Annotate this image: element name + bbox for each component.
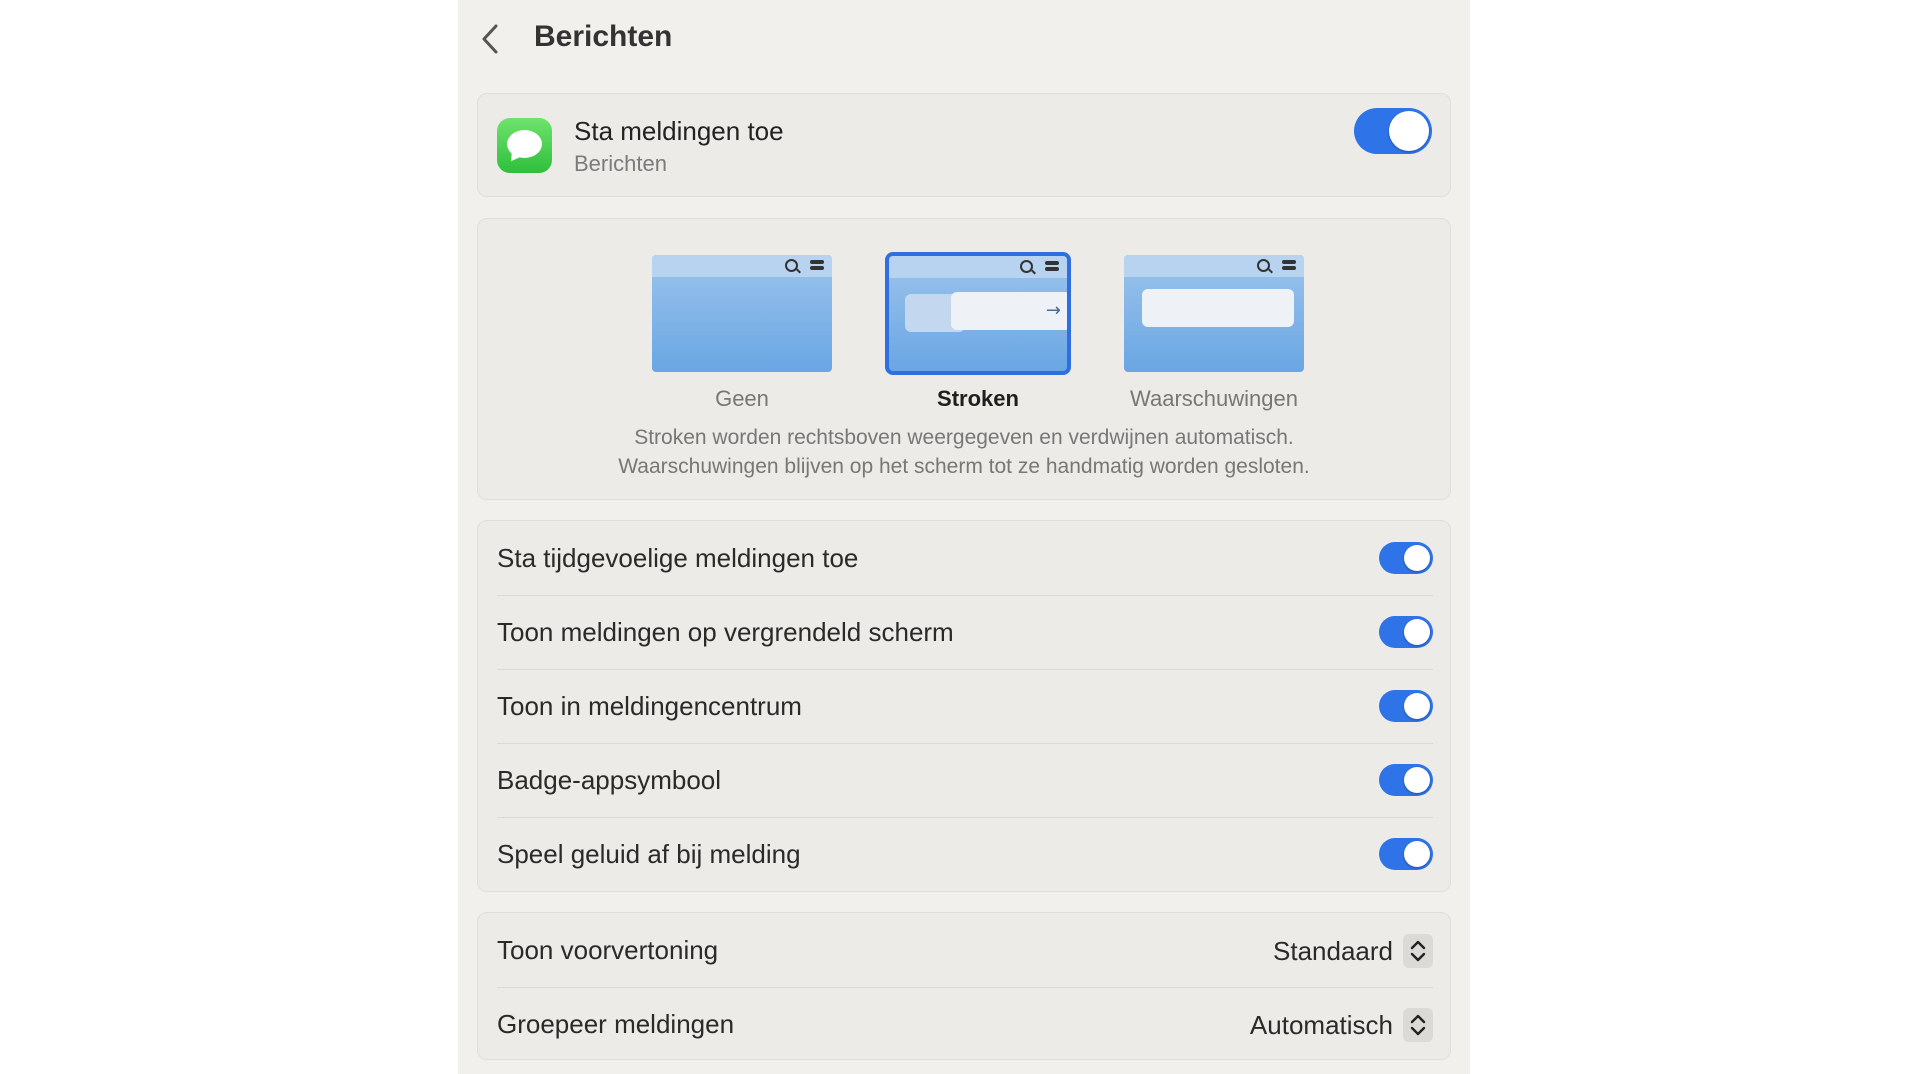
- allow-notifications-label: Sta meldingen toe: [574, 116, 784, 146]
- control-center-icon: [810, 260, 824, 272]
- app-name-label: Berichten: [574, 151, 667, 176]
- arrow-right-icon: →: [1045, 300, 1061, 321]
- settings-panel: Berichten Sta meldingen toe Berichten Ge…: [458, 0, 1470, 1074]
- toggle-knob: [1389, 111, 1429, 151]
- description-line: Stroken worden rechtsboven weergegeven e…: [634, 426, 1294, 449]
- alert-style-card: Geen → Stroken Waarschuwingen Stroken wo…: [477, 218, 1451, 500]
- chevron-left-icon: [482, 24, 498, 54]
- description-line: Waarschuwingen blijven op het scherm tot…: [618, 455, 1310, 478]
- control-center-icon: [1045, 261, 1059, 273]
- show-previews-popup[interactable]: Standaard: [1273, 933, 1433, 969]
- toggle-knob: [1404, 841, 1430, 867]
- toggle-knob: [1404, 619, 1430, 645]
- control-center-icon: [1282, 260, 1296, 272]
- row-label: Groepeer meldingen: [497, 1009, 735, 1039]
- notification-center-toggle[interactable]: [1379, 690, 1433, 722]
- toggle-knob: [1404, 767, 1430, 793]
- alert-style-alerts[interactable]: Waarschuwingen: [1103, 237, 1304, 411]
- preview-banners: →: [885, 252, 1071, 375]
- preview-grouping-card: Toon voorvertoning Standaard Groepeer me…: [477, 912, 1451, 1060]
- messages-app-icon: [497, 118, 552, 173]
- search-icon: [1257, 259, 1270, 272]
- group-notifications-popup[interactable]: Automatisch: [1250, 1007, 1433, 1043]
- row-group-notifications: Groepeer meldingen Automatisch: [497, 987, 1433, 1061]
- search-icon: [785, 259, 798, 272]
- time-sensitive-toggle[interactable]: [1379, 542, 1433, 574]
- row-lock-screen: Toon meldingen op vergrendeld scherm: [497, 595, 1433, 670]
- toggle-knob: [1404, 693, 1430, 719]
- row-label: Badge-appsymbool: [497, 765, 722, 795]
- notification-options-card: Sta tijdgevoelige meldingen toe Toon mel…: [477, 520, 1451, 892]
- row-label: Sta tijdgevoelige meldingen toe: [497, 543, 859, 573]
- badge-toggle[interactable]: [1379, 764, 1433, 796]
- preview-none: [652, 255, 832, 372]
- toggle-knob: [1404, 545, 1430, 571]
- popup-value: Standaard: [1273, 936, 1393, 966]
- row-show-previews: Toon voorvertoning Standaard: [497, 913, 1433, 988]
- sound-toggle[interactable]: [1379, 838, 1433, 870]
- popup-value: Automatisch: [1249, 1010, 1393, 1040]
- allow-notifications-card: Sta meldingen toe Berichten: [477, 93, 1451, 197]
- row-label: Toon voorvertoning: [497, 935, 719, 965]
- alert-style-none[interactable]: Geen: [631, 237, 832, 411]
- row-label: Toon in meldingencentrum: [497, 691, 802, 721]
- alert-style-label: Stroken: [937, 386, 1019, 411]
- row-time-sensitive: Sta tijdgevoelige meldingen toe: [497, 521, 1433, 596]
- allow-notifications-toggle[interactable]: [1354, 108, 1432, 154]
- chevron-up-down-icon: [1403, 1008, 1433, 1042]
- row-badge: Badge-appsymbool: [497, 743, 1433, 818]
- row-sound: Speel geluid af bij melding: [497, 817, 1433, 891]
- search-icon: [1020, 260, 1033, 273]
- row-label: Speel geluid af bij melding: [497, 839, 801, 869]
- preview-alerts: [1124, 255, 1304, 372]
- alert-style-label: Geen: [715, 386, 769, 411]
- lock-screen-toggle[interactable]: [1379, 616, 1433, 648]
- alert-style-description: Stroken worden rechtsboven weergegeven e…: [478, 423, 1450, 481]
- alert-style-label: Waarschuwingen: [1130, 386, 1298, 411]
- chevron-up-down-icon: [1403, 934, 1433, 968]
- alert-style-banners[interactable]: → Stroken: [867, 237, 1071, 411]
- back-button[interactable]: [476, 20, 504, 58]
- row-notification-center: Toon in meldingencentrum: [497, 669, 1433, 744]
- row-label: Toon meldingen op vergrendeld scherm: [497, 617, 954, 647]
- page-title: Berichten: [534, 20, 673, 53]
